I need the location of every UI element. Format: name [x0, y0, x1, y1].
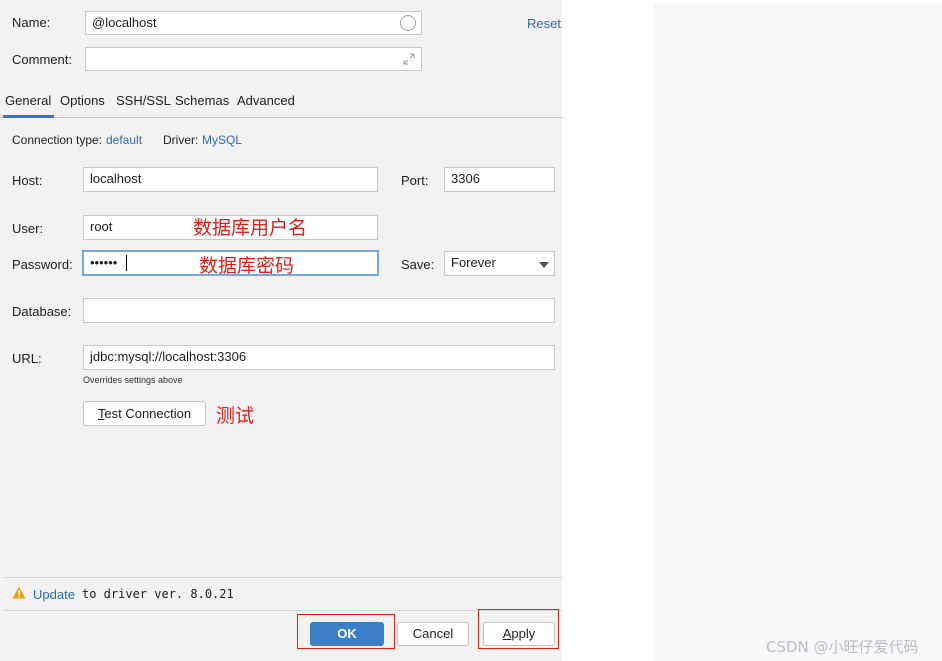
driver-link[interactable]: MySQL [202, 133, 242, 147]
tab-options[interactable]: Options [60, 93, 105, 108]
update-text: to driver ver. 8.0.21 [82, 587, 234, 601]
tabs-divider [0, 117, 562, 118]
warning-icon [12, 586, 26, 599]
side-gap [562, 0, 654, 661]
port-value: 3306 [451, 171, 480, 186]
comment-label: Comment: [12, 52, 72, 67]
name-value: @localhost [92, 15, 157, 30]
ok-highlight-box [297, 614, 395, 649]
apply-highlight-box [478, 609, 559, 649]
connection-type-label: Connection type: [12, 133, 103, 147]
user-label: User: [12, 221, 44, 236]
password-label: Password: [12, 257, 73, 272]
url-value: jdbc:mysql://localhost:3306 [90, 349, 247, 364]
text-cursor [126, 255, 127, 271]
url-label: URL: [12, 351, 42, 366]
test-connection-label: est Connection [104, 406, 192, 421]
port-label: Port: [401, 173, 429, 188]
host-value: localhost [90, 171, 142, 186]
test-annotation: 测试 [216, 405, 255, 427]
name-label: Name: [12, 15, 51, 30]
csdn-watermark: CSDN @小旺仔爱代码 [766, 638, 919, 656]
port-input[interactable]: 3306 [444, 167, 555, 192]
save-label: Save: [401, 257, 435, 272]
host-input[interactable]: localhost [83, 167, 378, 192]
update-bar-divider [3, 577, 562, 578]
user-value: root [90, 219, 113, 234]
connection-type-link[interactable]: default [106, 133, 142, 147]
url-hint: Overrides settings above [83, 375, 183, 385]
password-annotation: 数据库密码 [199, 255, 295, 277]
database-label: Database: [12, 304, 72, 319]
reset-link[interactable]: Reset [527, 16, 561, 31]
right-pane [654, 4, 942, 661]
driver-label: Driver: [163, 133, 199, 147]
tab-ssh-ssl[interactable]: SSH/SSL [116, 93, 171, 108]
url-input[interactable]: jdbc:mysql://localhost:3306 [83, 345, 555, 370]
test-connection-button[interactable]: Test Connection [83, 401, 206, 426]
cancel-label: Cancel [412, 626, 454, 641]
tab-general[interactable]: General [5, 93, 51, 108]
host-label: Host: [12, 173, 43, 188]
tab-schemas[interactable]: Schemas [175, 93, 229, 108]
save-value: Forever [451, 255, 496, 270]
comment-input[interactable] [85, 47, 422, 71]
color-circle-icon[interactable] [400, 15, 416, 31]
save-select[interactable]: Forever [444, 251, 555, 276]
password-value: •••••• [90, 255, 118, 270]
tab-general-underline [3, 115, 54, 118]
chevron-down-icon [539, 262, 549, 268]
update-link[interactable]: Update [33, 587, 75, 602]
user-annotation: 数据库用户名 [193, 217, 308, 239]
cancel-button[interactable]: Cancel [397, 622, 469, 646]
tab-advanced[interactable]: Advanced [237, 93, 295, 108]
name-input[interactable]: @localhost [85, 11, 422, 35]
database-input[interactable] [83, 298, 555, 323]
expand-icon[interactable] [403, 53, 415, 65]
